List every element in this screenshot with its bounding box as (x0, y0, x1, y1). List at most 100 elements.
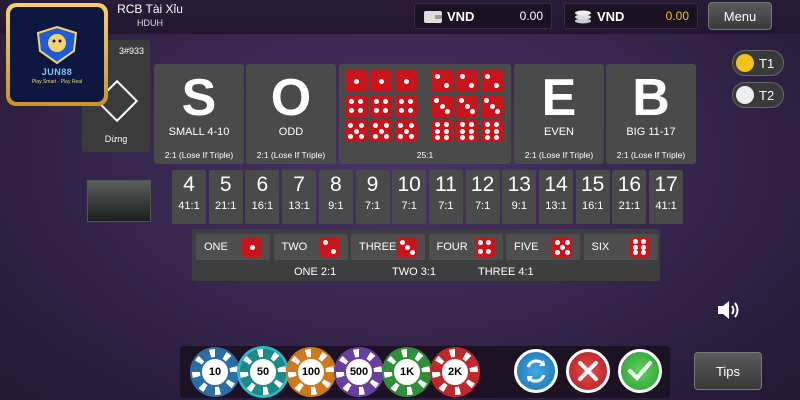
chip-1k[interactable]: 1K (384, 349, 430, 395)
coins-icon (575, 10, 591, 24)
bet-big[interactable]: B BIG 11-17 2:1 (Lose If Triple) (606, 64, 696, 164)
die-pip (641, 244, 647, 250)
bet-any-triple[interactable]: 25:1 (339, 64, 511, 164)
total-odds: 7:1 (364, 200, 381, 212)
die-pip (484, 128, 490, 134)
bet-total-12[interactable]: 12 7:1 (465, 170, 500, 224)
bet-single-six[interactable]: SIX (583, 234, 658, 260)
die-pip (348, 98, 354, 104)
die-pip (469, 128, 475, 134)
live-video-thumbnail[interactable] (87, 180, 151, 222)
die-pip (632, 250, 638, 256)
lion-shield-icon (36, 25, 78, 64)
bet-single-one[interactable]: ONE (196, 234, 270, 260)
multiplier-three: THREE 4:1 (478, 266, 534, 278)
bet-total-8[interactable]: 8 9:1 (318, 170, 353, 224)
die-pip (554, 249, 560, 255)
speaker-icon[interactable] (716, 298, 742, 322)
menu-button[interactable]: Menu (708, 2, 772, 30)
bet-big-label: BIG 11-17 (626, 126, 676, 138)
total-number: 14 (544, 173, 568, 196)
table-toggle-t1[interactable]: T1 (732, 50, 784, 76)
die-pip (494, 134, 500, 140)
bet-total-11[interactable]: 11 7:1 (428, 170, 463, 224)
die-pip (383, 98, 389, 104)
chip-value: 1K (392, 357, 422, 387)
chip-500[interactable]: 500 (336, 349, 382, 395)
bet-total-15[interactable]: 15 16:1 (575, 170, 610, 224)
die-pip (383, 108, 389, 114)
die-pip (249, 244, 255, 250)
die-pip (632, 238, 638, 244)
bet-total-16[interactable]: 16 21:1 (612, 170, 647, 224)
confirm-bets-button[interactable] (618, 349, 662, 393)
cancel-bets-button[interactable] (566, 349, 610, 393)
chip-2k[interactable]: 2K (432, 349, 478, 395)
total-odds: 9:1 (328, 200, 344, 212)
single-label: ONE (204, 241, 228, 253)
bet-small[interactable]: S SMALL 4-10 2:1 (Lose If Triple) (154, 64, 244, 164)
bet-total-17[interactable]: 17 41:1 (649, 170, 684, 224)
single-label: TWO (281, 241, 308, 253)
die-pip (559, 244, 565, 250)
die-pip (373, 134, 378, 139)
bet-total-4[interactable]: 4 41:1 (172, 170, 206, 224)
total-odds: 41:1 (178, 200, 200, 212)
bet-triple-payout: 25:1 (416, 150, 434, 160)
bet-even-payout: 2:1 (Lose If Triple) (524, 150, 594, 160)
die-face-1-icon (395, 70, 417, 92)
total-odds: 21:1 (214, 200, 237, 212)
die-pip (444, 128, 450, 134)
single-dice-bets: ONE 2:1 TWO 3:1 THREE 4:1 ONE TWO THREE FOU… (192, 229, 660, 281)
bet-single-five[interactable]: FIVE (506, 234, 580, 260)
chip-value: 500 (344, 357, 374, 387)
die-pip (477, 240, 483, 246)
bet-even[interactable]: E EVEN 2:1 (Lose If Triple) (514, 64, 604, 164)
bet-total-14[interactable]: 14 13:1 (539, 170, 573, 224)
chip-50[interactable]: 50 (240, 349, 286, 395)
bet-single-four[interactable]: FOUR (428, 234, 503, 260)
die-pip (403, 78, 409, 84)
t2-label: T2 (759, 88, 775, 103)
chip-10[interactable]: 10 (192, 349, 238, 395)
die-face-2-icon (456, 70, 478, 92)
die-pip (484, 134, 490, 140)
bet-total-13[interactable]: 13 9:1 (502, 170, 537, 224)
bet-odd[interactable]: O ODD 2:1 (Lose If Triple) (246, 64, 336, 164)
bet-total-5[interactable]: 5 21:1 (208, 170, 243, 224)
die-pip (439, 103, 445, 109)
die-face-3-icon (397, 237, 417, 257)
bet-total-7[interactable]: 7 13:1 (282, 170, 317, 224)
room-name: RCB Tài Xỉu (117, 2, 183, 16)
total-odds: 7:1 (438, 200, 454, 212)
single-label: FOUR (436, 241, 468, 253)
total-number: 17 (654, 173, 678, 196)
bet-single-three[interactable]: THREE (351, 234, 425, 260)
die-face-4-icon (345, 95, 367, 117)
bet-total-9[interactable]: 9 7:1 (355, 170, 390, 224)
total-number: 6 (256, 173, 269, 196)
die-pip (434, 122, 440, 128)
logo-brand-text: JUN88 (41, 66, 73, 77)
die-face-1-icon (370, 70, 392, 92)
die-pip (469, 83, 475, 89)
die-pip (359, 134, 364, 139)
die-pip (373, 98, 379, 104)
die-face-3-icon (431, 95, 453, 117)
table-toggle-t2[interactable]: T2 (732, 82, 784, 108)
chip-100[interactable]: 100 (288, 349, 334, 395)
bet-total-6[interactable]: 6 16:1 (245, 170, 280, 224)
total-number: 15 (581, 173, 605, 196)
die-face-1-icon (242, 237, 262, 257)
t1-label: T1 (759, 56, 775, 71)
die-face-3-icon (456, 95, 478, 117)
total-number: 4 (183, 173, 195, 196)
bet-single-two[interactable]: TWO (273, 234, 348, 260)
die-pip (398, 108, 404, 114)
bet-total-10[interactable]: 10 7:1 (392, 170, 427, 224)
total-odds: 7:1 (401, 200, 417, 212)
wallet-2-currency: VND (597, 8, 625, 24)
tips-button[interactable]: Tips (694, 352, 762, 390)
rebet-button[interactable] (514, 349, 558, 393)
die-pip (408, 108, 414, 114)
